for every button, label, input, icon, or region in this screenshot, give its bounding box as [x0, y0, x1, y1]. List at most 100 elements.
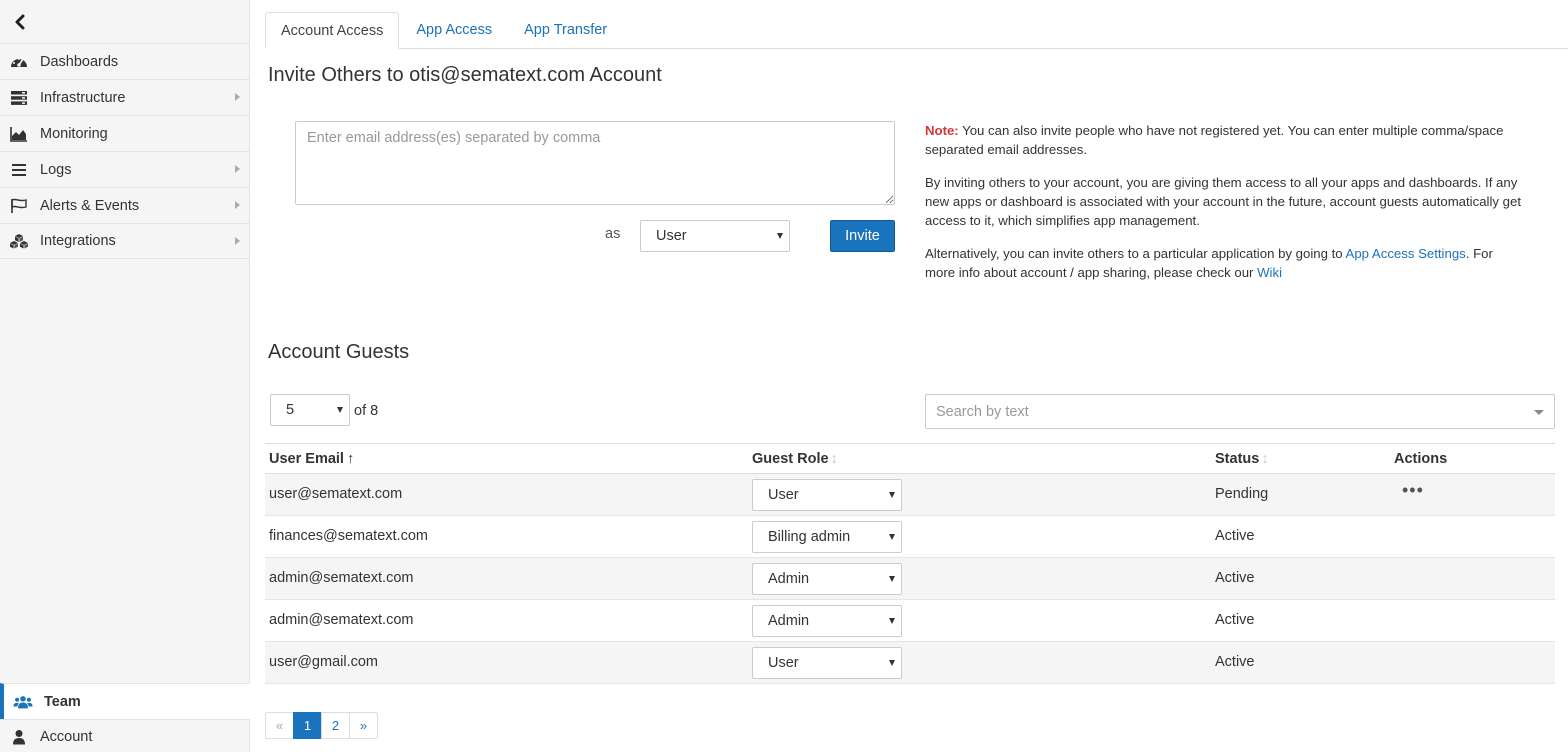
tab-bar: Account Access App Access App Transfer — [265, 12, 622, 49]
row-role-select[interactable]: Admin — [752, 605, 902, 637]
as-label: as — [605, 226, 621, 242]
tab-app-access[interactable]: App Access — [399, 12, 507, 49]
row-role-value: User — [768, 655, 799, 671]
pagination: « 1 2 » — [265, 712, 378, 739]
email-input[interactable] — [295, 121, 895, 205]
caret-down-icon — [889, 576, 895, 582]
app-access-settings-link[interactable]: App Access Settings — [1346, 246, 1466, 261]
row-role-value: Admin — [768, 613, 810, 629]
caret-down-icon — [1534, 410, 1544, 415]
page-size-select[interactable]: 5 — [270, 394, 350, 426]
sidebar-item-label: Dashboards — [40, 53, 119, 70]
caret-down-icon — [889, 534, 895, 540]
chevron-right-icon — [235, 165, 240, 173]
row-status: Active — [1215, 570, 1255, 586]
back-chevron-icon[interactable] — [10, 10, 30, 34]
chevron-right-icon — [235, 201, 240, 209]
guests-table: User Email ↑ Guest Role ↕ Status ↕ Actions … — [265, 443, 1555, 684]
total-count-label: of 8 — [354, 403, 379, 419]
sidebar-item-label: Team — [44, 693, 81, 710]
invite-note: Note: You can also invite people who hav… — [925, 121, 1525, 296]
sidebar-item-logs[interactable]: Logs — [0, 151, 250, 187]
sidebar-nav: Dashboards Infrastructure Monitoring Log… — [0, 43, 250, 259]
chevron-right-icon — [235, 237, 240, 245]
main-content: Account Access App Access App Transfer I… — [250, 0, 1568, 752]
area-chart-icon — [9, 124, 29, 144]
row-email: admin@sematext.com — [269, 570, 414, 586]
pagination-page-2[interactable]: 2 — [321, 712, 350, 739]
column-label: Guest Role — [752, 451, 829, 467]
pagination-page-1[interactable]: 1 — [293, 712, 322, 739]
chevron-right-icon — [235, 93, 240, 101]
guests-heading: Account Guests — [268, 341, 410, 363]
sidebar-item-integrations[interactable]: Integrations — [0, 223, 250, 259]
note-paragraph-1: Note: You can also invite people who hav… — [925, 121, 1525, 159]
tab-account-access[interactable]: Account Access — [265, 12, 400, 49]
sidebar-item-account[interactable]: Account — [0, 719, 250, 752]
row-email: user@gmail.com — [269, 654, 378, 670]
dashboard-gauge-icon — [9, 52, 29, 72]
pagination-next[interactable]: » — [349, 712, 378, 739]
more-actions-icon[interactable]: ••• — [1402, 481, 1424, 499]
row-role-value: Billing admin — [768, 529, 851, 545]
sidebar-item-alerts-events[interactable]: Alerts & Events — [0, 187, 250, 223]
search-input[interactable]: Search by text — [925, 394, 1555, 429]
row-email: user@sematext.com — [269, 486, 403, 502]
row-status: Pending — [1215, 486, 1269, 502]
sidebar: Dashboards Infrastructure Monitoring Log… — [0, 0, 250, 752]
sort-ascending-icon: ↑ — [346, 451, 355, 467]
caret-down-icon — [889, 660, 895, 666]
sort-icon: ↕ — [830, 451, 838, 467]
sidebar-item-infrastructure[interactable]: Infrastructure — [0, 79, 250, 115]
pagination-prev[interactable]: « — [265, 712, 294, 739]
table-row: user@sematext.com User Pending ••• — [265, 474, 1555, 516]
row-status: Active — [1215, 528, 1255, 544]
invite-button[interactable]: Invite — [830, 220, 895, 252]
cubes-icon — [9, 231, 29, 251]
sort-icon: ↕ — [1261, 451, 1269, 467]
sidebar-item-label: Alerts & Events — [40, 197, 140, 214]
note-label: Note: — [925, 123, 959, 138]
invite-role-select[interactable]: User — [640, 220, 790, 252]
table-row: admin@sematext.com Admin Active — [265, 558, 1555, 600]
caret-down-icon — [889, 618, 895, 624]
column-label: Status — [1215, 451, 1260, 467]
row-role-select[interactable]: User — [752, 647, 902, 679]
row-role-select[interactable]: Billing admin — [752, 521, 902, 553]
users-group-icon — [13, 692, 33, 712]
row-role-select[interactable]: Admin — [752, 563, 902, 595]
table-row: finances@sematext.com Billing admin Acti… — [265, 516, 1555, 558]
sidebar-bottom: Team Account — [0, 683, 250, 752]
note-paragraph-3: Alternatively, you can invite others to … — [925, 244, 1525, 282]
search-placeholder: Search by text — [936, 403, 1029, 420]
row-status: Active — [1215, 612, 1255, 628]
table-body: user@sematext.com User Pending ••• finan… — [265, 474, 1555, 684]
column-header-status[interactable]: Status ↕ — [1215, 451, 1269, 467]
wiki-link[interactable]: Wiki — [1257, 265, 1282, 280]
sidebar-item-label: Logs — [40, 161, 72, 178]
row-email: admin@sematext.com — [269, 612, 414, 628]
sidebar-item-label: Integrations — [40, 233, 116, 249]
sidebar-item-team[interactable]: Team — [0, 683, 250, 719]
column-header-email[interactable]: User Email ↑ — [269, 451, 354, 467]
sidebar-item-label: Infrastructure — [40, 89, 126, 106]
row-role-value: Admin — [768, 571, 810, 587]
table-row: admin@sematext.com Admin Active — [265, 600, 1555, 642]
sidebar-item-label: Monitoring — [40, 125, 108, 142]
sidebar-item-dashboards[interactable]: Dashboards — [0, 43, 250, 79]
sidebar-item-monitoring[interactable]: Monitoring — [0, 115, 250, 151]
note-text: You can also invite people who have not … — [925, 123, 1504, 157]
note-paragraph-2: By inviting others to your account, you … — [925, 175, 1521, 228]
column-header-actions: Actions — [1394, 451, 1448, 467]
page-size-value: 5 — [286, 402, 295, 418]
tab-app-transfer[interactable]: App Transfer — [507, 12, 622, 49]
flag-icon — [9, 196, 29, 216]
column-header-role[interactable]: Guest Role ↕ — [752, 451, 838, 467]
row-status: Active — [1215, 654, 1255, 670]
user-icon — [9, 727, 29, 747]
row-role-select[interactable]: User — [752, 479, 902, 511]
row-email: finances@sematext.com — [269, 528, 428, 544]
invite-heading: Invite Others to otis@sematext.com Accou… — [268, 64, 662, 86]
server-stack-icon — [9, 88, 29, 108]
invite-role-value: User — [656, 228, 687, 244]
